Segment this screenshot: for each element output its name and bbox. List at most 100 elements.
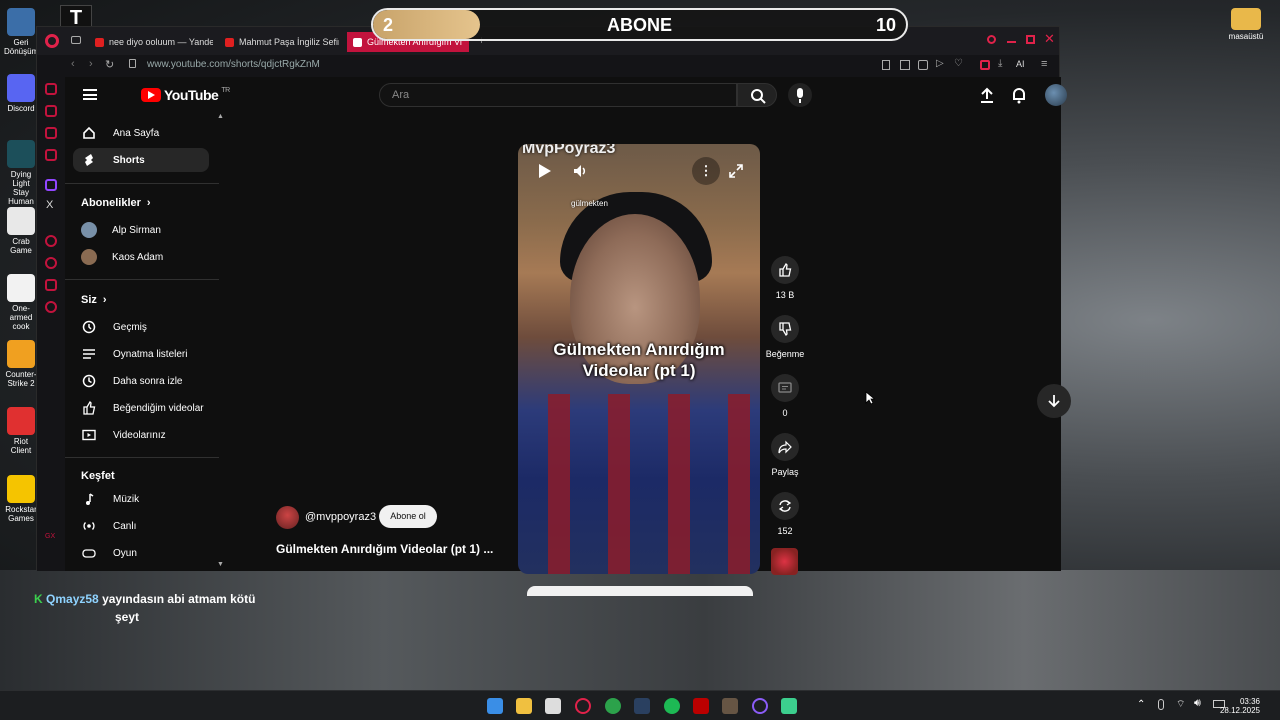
sidebar-aria-icon[interactable] — [45, 83, 57, 95]
guide-shorts[interactable]: Shorts — [73, 148, 209, 172]
guide-watch-later[interactable]: Daha sonra izle — [73, 369, 209, 393]
share-button[interactable]: Paylaş — [765, 433, 805, 477]
snapshot-icon[interactable] — [900, 60, 910, 70]
guide-your-videos[interactable]: Videolarınız — [73, 423, 209, 447]
app-icon[interactable] — [781, 698, 797, 714]
upload-button[interactable] — [977, 85, 997, 105]
short-video-player[interactable]: MvpPoyraz3 gülmekten Gülmekten Anırdığım… — [518, 144, 760, 574]
sidebar-x-icon[interactable]: X — [46, 199, 53, 211]
more-options-button[interactable]: ⋮ — [692, 157, 720, 185]
channel-handle[interactable]: @mvppoyraz3 — [305, 511, 376, 523]
search-tabs-icon[interactable] — [987, 35, 996, 44]
sidebar-settings-icon[interactable] — [45, 301, 57, 313]
taskbar: ⌃ ⌔ 🔊︎ 03:36 28.12.2025 — [0, 690, 1280, 720]
remix-button[interactable]: 152 — [765, 492, 805, 536]
tab-menu-icon[interactable] — [71, 36, 81, 44]
heart-icon[interactable]: ♡ — [954, 58, 963, 69]
spotify-icon[interactable] — [664, 698, 680, 714]
game-icon[interactable] — [722, 698, 738, 714]
menu-icon[interactable]: ≡ — [1041, 58, 1047, 70]
scroll-down-arrow-icon[interactable]: ▼ — [217, 561, 224, 568]
close-icon[interactable]: ✕ — [1044, 31, 1055, 47]
desktop-icon-recycle-bin[interactable]: Geri Dönüşüm — [4, 8, 38, 56]
guide-liked-videos[interactable]: Beğendiğim videolar — [73, 396, 209, 420]
guide-live[interactable]: Canlı — [73, 514, 209, 538]
sidebar-discord-icon[interactable] — [45, 105, 57, 117]
desktop-icon-riot-client[interactable]: Riot Client — [4, 407, 38, 455]
like-button[interactable]: 13 B — [765, 256, 805, 300]
channel-avatar[interactable] — [276, 506, 299, 529]
download-icon[interactable]: ⤓ — [998, 58, 1002, 69]
url-field[interactable]: www.youtube.com/shorts/qdjctRgkZnM — [147, 59, 320, 70]
subscribe-button[interactable]: Abone ol — [379, 505, 437, 528]
guide-subscriptions-header[interactable]: Abonelikler › — [81, 197, 151, 209]
audio-thumbnail[interactable] — [771, 548, 798, 575]
desktop-icon-discord[interactable]: Discord — [4, 74, 38, 113]
sidebar-music-icon[interactable] — [45, 149, 57, 161]
account-avatar[interactable] — [1045, 84, 1067, 106]
next-short-button[interactable] — [1037, 384, 1071, 418]
tray-volume-icon[interactable]: 🔊︎ — [1194, 697, 1201, 710]
steam-icon[interactable] — [634, 698, 650, 714]
tray-mic-icon[interactable] — [1158, 699, 1164, 710]
youtube-logo[interactable]: YouTube TR — [141, 87, 230, 103]
tray-clock[interactable]: 03:36 28.12.2025 — [1220, 697, 1260, 715]
pin-icon[interactable] — [882, 60, 890, 70]
sidebar-speed-dial-icon[interactable] — [45, 279, 57, 291]
guide-you-header[interactable]: Siz › — [81, 294, 107, 306]
opera-gx-icon[interactable] — [575, 698, 591, 714]
chat-text-line1: yayındasın abi atmam kötü — [102, 592, 256, 606]
dislike-button[interactable]: Beğenme — [765, 315, 805, 359]
sidebar-history-icon[interactable] — [45, 257, 57, 269]
opera-icon[interactable] — [45, 34, 59, 48]
hamburger-menu-icon[interactable] — [83, 89, 97, 100]
guide-sub-kaos-adam[interactable]: Kaos Adam — [73, 245, 209, 269]
sidebar-twitch-icon[interactable] — [45, 179, 57, 191]
ai-button[interactable]: AI — [1016, 59, 1025, 69]
play-icon[interactable]: ▷ — [936, 58, 944, 69]
tab-mahmut-pasa[interactable]: Mahmut Paşa İngiliz Sefir — [219, 32, 339, 52]
desktop-icon-folder[interactable]: masaüstü — [1226, 8, 1266, 41]
guide-home[interactable]: Ana Sayfa — [73, 121, 209, 145]
voice-search-button[interactable] — [788, 83, 812, 107]
netflix-icon[interactable] — [693, 698, 709, 714]
maximize-icon[interactable] — [1026, 35, 1035, 44]
guide-gaming[interactable]: Oyun — [73, 541, 209, 565]
back-icon[interactable]: ‹ — [71, 58, 75, 70]
desktop-icon-one-armed-cook[interactable]: One-armed cook — [4, 274, 38, 331]
sidebar-messenger-icon[interactable] — [45, 127, 57, 139]
desktop-icon-dying-light[interactable]: Dying Light Stay Human — [4, 140, 38, 206]
shield-icon[interactable] — [918, 60, 928, 70]
next-short-preview[interactable] — [527, 586, 753, 596]
guide-history[interactable]: Geçmiş — [73, 315, 209, 339]
search-button[interactable] — [737, 83, 777, 107]
search-input[interactable]: Ara — [379, 83, 737, 107]
sidebar-gx-icon[interactable]: GX — [45, 533, 55, 540]
store-icon[interactable] — [545, 698, 561, 714]
obs-icon[interactable] — [752, 698, 768, 714]
desktop-icon-rockstar[interactable]: Rockstar Games — [4, 475, 38, 523]
sidebar-player-icon[interactable] — [45, 235, 57, 247]
minimize-icon[interactable] — [1007, 41, 1016, 43]
play-button[interactable] — [535, 161, 555, 181]
tray-wifi-icon[interactable]: ⌔ — [1176, 698, 1185, 711]
scroll-up-arrow-icon[interactable]: ▲ — [217, 113, 224, 120]
fullscreen-button[interactable] — [726, 161, 746, 181]
start-windows-icon[interactable] — [487, 698, 503, 714]
desktop-icon-counter-strike[interactable]: Counter-Strike 2 — [4, 340, 38, 388]
xbox-icon[interactable] — [605, 698, 621, 714]
guide-sub-alp-sirman[interactable]: Alp Sirman — [73, 218, 209, 242]
forward-icon[interactable]: › — [89, 58, 93, 70]
comments-button[interactable]: 0 — [765, 374, 805, 418]
notifications-button[interactable] — [1009, 85, 1029, 105]
guide-playlists[interactable]: Oynatma listeleri — [73, 342, 209, 366]
guide-music[interactable]: Müzik — [73, 487, 209, 511]
short-title[interactable]: Gülmekten Anırdığım Videolar (pt 1) ... — [276, 542, 493, 556]
file-explorer-icon[interactable] — [516, 698, 532, 714]
profile-icon[interactable] — [980, 60, 990, 70]
desktop-icon-crab-game[interactable]: Crab Game — [4, 207, 38, 255]
reload-icon[interactable]: ↻ — [105, 58, 114, 71]
tab-yandex[interactable]: nee diyo ooluum — Yande — [89, 32, 213, 52]
tray-chevron-up-icon[interactable]: ⌃ — [1137, 699, 1145, 710]
volume-button[interactable] — [570, 161, 590, 181]
